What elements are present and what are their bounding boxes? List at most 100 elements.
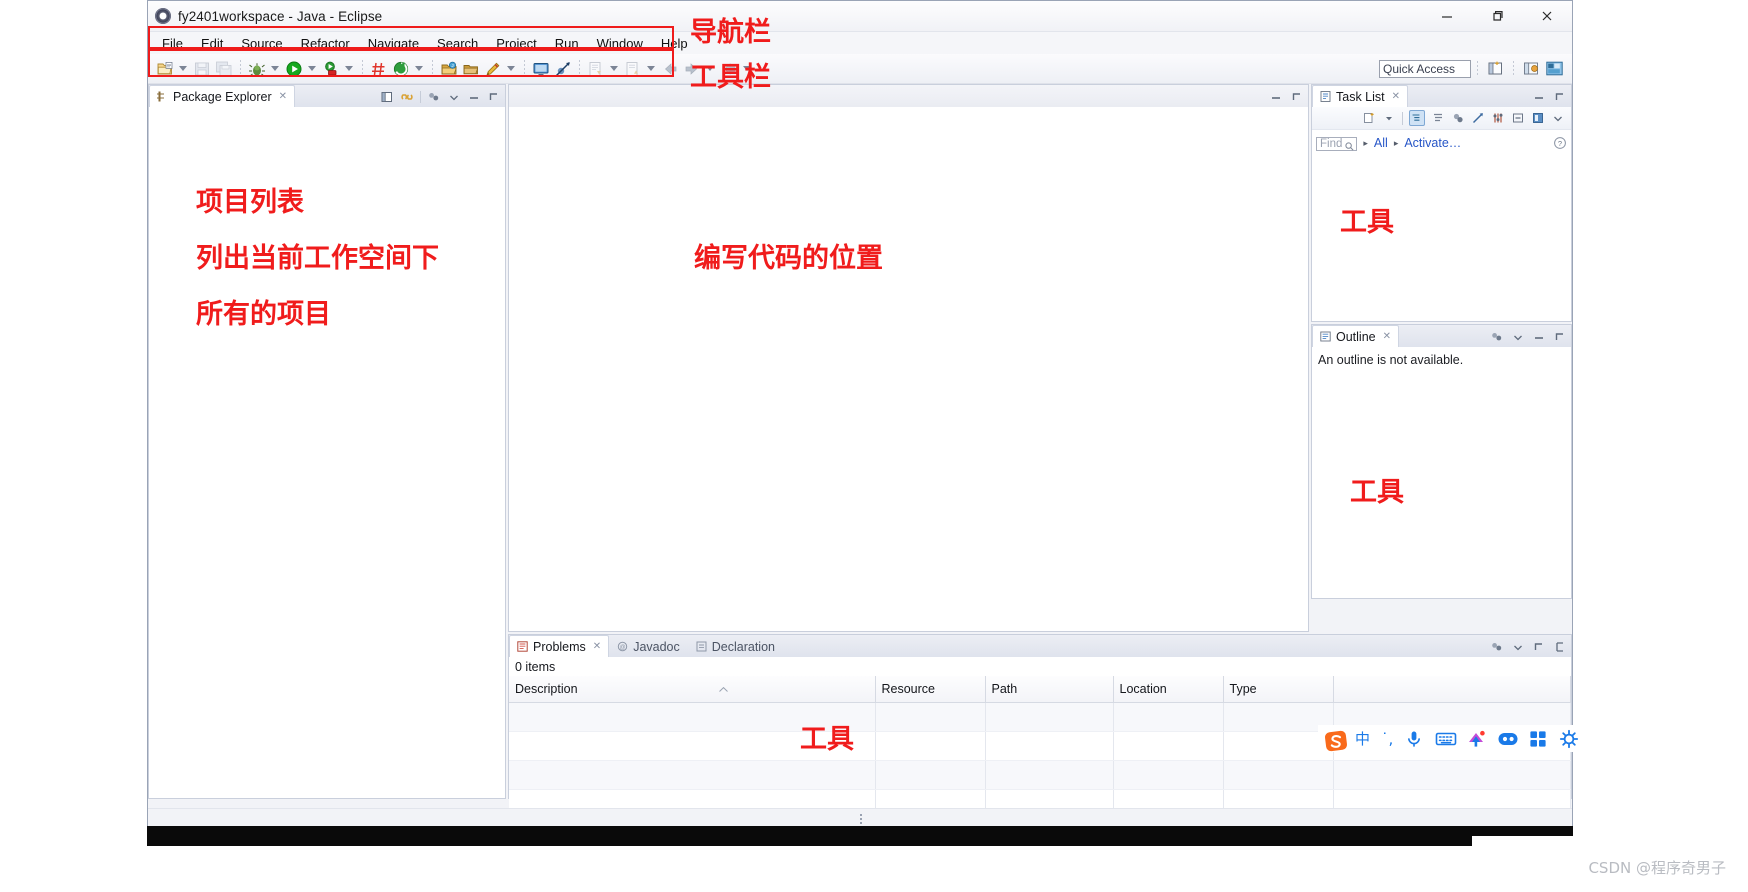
skip-all-breakpoints-icon[interactable] (553, 59, 573, 79)
minimize-button[interactable] (1422, 1, 1472, 31)
menu-run[interactable]: Run (546, 35, 588, 52)
menu-refactor[interactable]: Refactor (292, 35, 359, 52)
close-button[interactable] (1522, 1, 1572, 31)
tab-javadoc[interactable]: @ Javadoc (609, 635, 688, 657)
minimize-icon[interactable] (1532, 640, 1546, 654)
link-with-editor-icon[interactable] (400, 90, 414, 104)
maximize-icon[interactable] (1553, 330, 1567, 344)
maximize-icon[interactable] (1553, 90, 1567, 104)
java-perspective-icon[interactable] (1522, 59, 1541, 78)
run-coverage-icon[interactable] (321, 59, 341, 79)
column-header-description[interactable]: Description (509, 676, 876, 703)
debug-icon[interactable] (247, 59, 267, 79)
tab-package-explorer[interactable]: Package Explorer ✕ (149, 85, 296, 107)
debug-dropdown-arrow[interactable] (268, 59, 281, 79)
view-menu-icon[interactable] (1490, 640, 1504, 654)
tab-problems[interactable]: Problems ✕ (509, 635, 610, 657)
menu-project[interactable]: Project (487, 35, 545, 52)
sogou-logo-icon[interactable] (1324, 729, 1348, 751)
collapse-all-icon[interactable] (1511, 111, 1525, 125)
new-wizard-dropdown-arrow[interactable] (176, 59, 189, 79)
view-menu-icon[interactable] (1490, 330, 1504, 344)
menu-search[interactable]: Search (428, 35, 487, 52)
new-task-dropdown-arrow[interactable] (1382, 111, 1396, 125)
menu-edit[interactable]: Edit (192, 35, 232, 52)
maximize-icon[interactable] (1290, 90, 1304, 104)
punctuation-icon[interactable]: ˙, (1381, 730, 1393, 748)
resize-handle[interactable] (860, 814, 862, 824)
menu-file[interactable]: File (153, 35, 192, 52)
eclipse-main-window: fy2401workspace - Java - Eclipse File Ed… (147, 0, 1573, 829)
new-wizard-icon[interactable] (155, 59, 175, 79)
minimize-icon[interactable] (1269, 90, 1283, 104)
help-icon[interactable]: ? (1553, 136, 1567, 150)
close-icon[interactable]: ✕ (279, 91, 287, 102)
tab-task-list[interactable]: Task List ✕ (1312, 85, 1409, 107)
toolbox-icon[interactable] (1528, 729, 1548, 749)
settings-icon[interactable] (1559, 729, 1579, 749)
toolbar-separator-4 (524, 60, 525, 77)
filter-icon[interactable] (1491, 111, 1505, 125)
tab-outline[interactable]: Outline ✕ (1312, 325, 1399, 347)
toolbar-divider (1402, 111, 1403, 125)
next-annotation-dropdown-arrow[interactable] (607, 59, 620, 79)
editor-canvas[interactable] (509, 107, 1308, 631)
open-task-icon[interactable] (461, 59, 481, 79)
open-perspective-icon[interactable] (1486, 59, 1505, 78)
chevron-down-icon[interactable] (1511, 330, 1525, 344)
previous-annotation-dropdown-arrow[interactable] (644, 59, 657, 79)
filter-all-link[interactable]: All (1374, 136, 1388, 150)
new-java-package-icon[interactable] (369, 59, 389, 79)
package-explorer-tabbar: Package Explorer ✕ (149, 85, 505, 107)
minimize-icon[interactable] (1532, 330, 1546, 344)
column-header-resource[interactable]: Resource (875, 676, 986, 703)
menu-navigate[interactable]: Navigate (359, 35, 428, 52)
annotation-toolbar: 工具栏 (690, 62, 771, 93)
table-row[interactable] (509, 760, 1571, 790)
scheduled-presentation-icon[interactable] (1431, 111, 1445, 125)
skin-icon[interactable] (1466, 729, 1486, 749)
chinese-mode-icon[interactable]: 中 (1355, 728, 1370, 749)
toggle-mark-occurrences-icon[interactable] (531, 59, 551, 79)
categorized-presentation-icon[interactable] (1409, 110, 1425, 126)
minimize-icon[interactable] (1532, 90, 1546, 104)
maximize-icon[interactable] (487, 90, 501, 104)
open-type-icon[interactable]: J (439, 59, 459, 79)
external-tools-icon[interactable] (391, 59, 411, 79)
filter-activate-link[interactable]: Activate… (1404, 136, 1461, 150)
column-header-location[interactable]: Location (1113, 676, 1224, 703)
emoji-icon[interactable] (1497, 729, 1518, 749)
menu-source[interactable]: Source (232, 35, 291, 52)
search-icon[interactable] (483, 59, 503, 79)
soft-keyboard-icon[interactable] (1435, 729, 1457, 749)
chevron-down-icon[interactable] (447, 90, 461, 104)
quick-access-input[interactable]: Quick Access (1379, 59, 1471, 78)
column-header-path[interactable]: Path (985, 676, 1114, 703)
restore-icon[interactable] (1531, 111, 1545, 125)
view-menu-icon[interactable] (1551, 111, 1565, 125)
close-icon[interactable]: ✕ (1392, 91, 1400, 102)
focus-on-workweek-icon[interactable] (1451, 111, 1465, 125)
minimize-icon[interactable] (467, 90, 481, 104)
close-icon[interactable]: ✕ (593, 641, 601, 652)
filter-activate-arrow-icon: ▸ (1393, 137, 1399, 148)
new-task-icon[interactable] (1362, 111, 1376, 125)
menu-window[interactable]: Window (588, 35, 652, 52)
restore-icon[interactable] (1553, 640, 1567, 654)
java-ee-perspective-icon[interactable] (1545, 59, 1564, 78)
synchronize-changed-icon[interactable] (1471, 111, 1485, 125)
collapse-all-icon[interactable] (380, 90, 394, 104)
restore-button[interactable] (1472, 1, 1522, 31)
external-tools-dropdown-arrow[interactable] (412, 59, 425, 79)
search-icon[interactable] (1345, 138, 1354, 151)
voice-input-icon[interactable] (1404, 729, 1424, 749)
column-header-type[interactable]: Type (1223, 676, 1334, 703)
run-dropdown-arrow[interactable] (305, 59, 318, 79)
search-dropdown-arrow[interactable] (504, 59, 517, 79)
view-menu-icon[interactable] (427, 90, 441, 104)
run-icon[interactable] (284, 59, 304, 79)
tab-declaration[interactable]: Declaration (688, 635, 783, 657)
close-icon[interactable]: ✕ (1383, 331, 1391, 342)
chevron-down-icon[interactable] (1511, 640, 1525, 654)
run-coverage-dropdown-arrow[interactable] (342, 59, 355, 79)
